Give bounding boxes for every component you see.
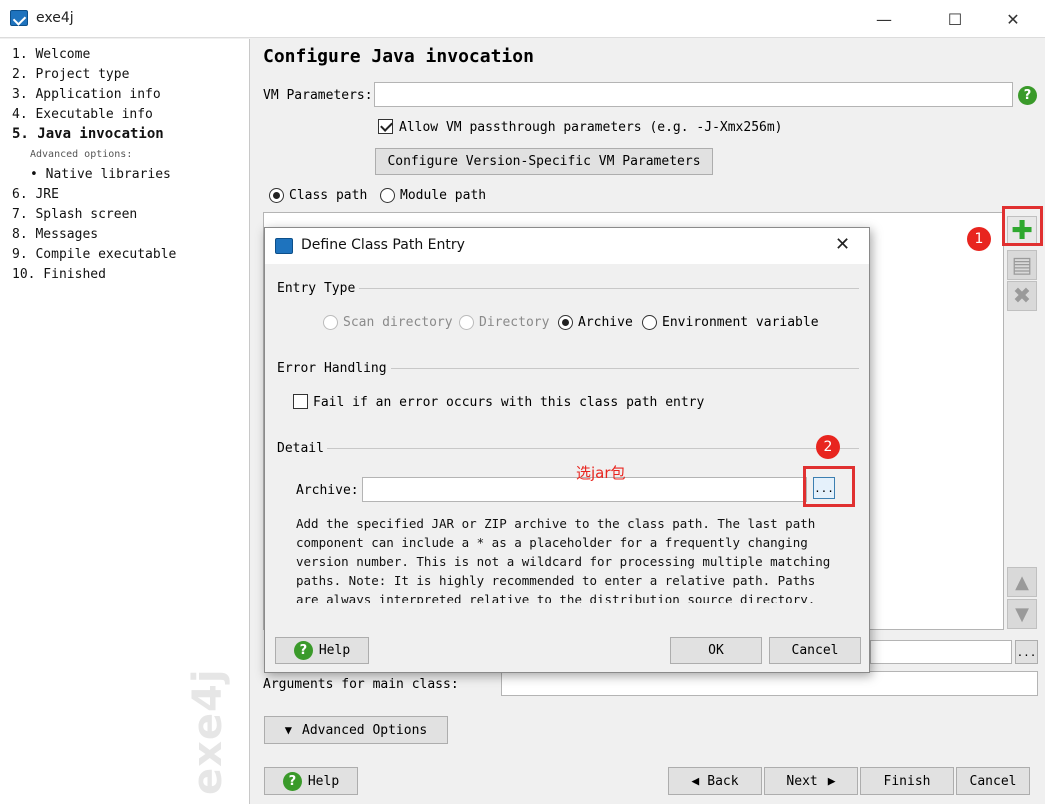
step-jre[interactable]: 6. JRE: [12, 187, 59, 202]
dialog-close-button[interactable]: ✕: [835, 234, 850, 255]
step-application-info[interactable]: 3. Application info: [12, 87, 161, 102]
next-button[interactable]: Next ▶: [764, 767, 858, 795]
triangle-down-icon: ▼: [284, 723, 292, 737]
arrow-right-icon: ▶: [827, 773, 836, 789]
annotation-note: 选jar包: [576, 464, 626, 482]
main-class-browse-button[interactable]: ...: [1015, 640, 1038, 664]
step-splash-screen[interactable]: 7. Splash screen: [12, 207, 137, 222]
minimize-button[interactable]: —: [861, 0, 907, 38]
archive-label: Archive:: [296, 483, 359, 498]
annotation-badge-1: 1: [967, 227, 991, 251]
app-icon: [10, 10, 28, 26]
maximize-button[interactable]: ☐: [932, 0, 978, 38]
vm-parameters-input[interactable]: [374, 82, 1013, 107]
vm-parameters-label: VM Parameters:: [263, 88, 373, 103]
edit-entry-button[interactable]: ▤: [1007, 250, 1037, 280]
scan-directory-label: Scan directory: [343, 315, 453, 330]
remove-entry-button[interactable]: ✖: [1007, 281, 1037, 311]
error-handling-heading: Error Handling: [277, 361, 387, 376]
finish-button[interactable]: Finish: [860, 767, 954, 795]
arguments-label: Arguments for main class:: [263, 677, 459, 692]
dialog-title-bar: Define Class Path Entry ✕: [265, 228, 869, 264]
class-path-radio[interactable]: [269, 188, 284, 207]
step-welcome[interactable]: 1. Welcome: [12, 47, 90, 62]
dialog-cancel-button[interactable]: Cancel: [769, 637, 861, 664]
fail-on-error-label: Fail if an error occurs with this class …: [313, 395, 705, 410]
close-button[interactable]: ✕: [990, 0, 1036, 38]
step-messages[interactable]: 8. Messages: [12, 227, 98, 242]
configure-version-specific-button[interactable]: Configure Version-Specific VM Parameters: [375, 148, 713, 175]
arrow-down-icon: ▼: [1015, 603, 1029, 625]
advanced-options-button[interactable]: ▼ Advanced Options: [264, 716, 448, 744]
ok-button[interactable]: OK: [670, 637, 762, 664]
class-path-label: Class path: [289, 188, 368, 203]
app-icon: [275, 238, 293, 254]
title-bar: exe4j — ☐ ✕: [0, 0, 1045, 38]
allow-passthrough-label: Allow VM passthrough parameters (e.g. -J…: [399, 120, 783, 135]
environment-variable-label: Environment variable: [662, 315, 819, 330]
help-icon[interactable]: ?: [1018, 86, 1037, 105]
entry-type-heading: Entry Type: [277, 281, 356, 296]
section-divider: [359, 288, 859, 289]
directory-label: Directory: [479, 315, 550, 330]
directory-radio[interactable]: [459, 315, 474, 334]
main-class-input[interactable]: [870, 640, 1012, 664]
step-project-type[interactable]: 2. Project type: [12, 67, 129, 82]
step-native-libraries[interactable]: • Native libraries: [30, 167, 171, 182]
step-compile-executable[interactable]: 9. Compile executable: [12, 247, 176, 262]
arguments-input[interactable]: [501, 671, 1038, 696]
back-button[interactable]: ◀ Back: [668, 767, 762, 795]
archive-radio-label: Archive: [578, 315, 633, 330]
allow-passthrough-checkbox[interactable]: [378, 119, 393, 138]
help-button[interactable]: ? Help: [264, 767, 358, 795]
annotation-badge-2: 2: [816, 435, 840, 459]
step-finished[interactable]: 10. Finished: [12, 267, 106, 282]
arrow-left-icon: ◀: [691, 773, 700, 789]
help-icon: ?: [282, 771, 302, 791]
scan-directory-radio[interactable]: [323, 315, 338, 334]
exe4j-watermark: exe4j: [185, 668, 231, 795]
archive-description: Add the specified JAR or ZIP archive to …: [296, 516, 831, 603]
window-title: exe4j: [36, 10, 74, 26]
section-divider: [327, 448, 859, 449]
cancel-button[interactable]: Cancel: [956, 767, 1030, 795]
delete-icon: ✖: [1012, 283, 1032, 309]
move-down-button[interactable]: ▼: [1007, 599, 1037, 629]
move-up-button[interactable]: ▲: [1007, 567, 1037, 597]
fail-on-error-checkbox[interactable]: [293, 394, 308, 413]
dialog-title: Define Class Path Entry: [301, 237, 465, 253]
help-icon: ?: [293, 641, 313, 660]
step-java-invocation[interactable]: 5. Java invocation: [12, 126, 164, 142]
annotation-box-browse: [803, 466, 855, 507]
step-executable-info[interactable]: 4. Executable info: [12, 107, 153, 122]
define-class-path-entry-dialog: Define Class Path Entry ✕ Entry Type Sca…: [264, 227, 870, 673]
environment-variable-radio[interactable]: [642, 315, 657, 334]
archive-radio[interactable]: [558, 315, 573, 334]
module-path-label: Module path: [400, 188, 487, 203]
detail-heading: Detail: [277, 441, 324, 456]
page-title: Configure Java invocation: [263, 46, 534, 67]
module-path-radio[interactable]: [380, 188, 395, 207]
edit-icon: ▤: [1011, 252, 1033, 278]
annotation-box-add: [1002, 206, 1043, 246]
arrow-up-icon: ▲: [1015, 571, 1029, 593]
section-divider: [391, 368, 859, 369]
dialog-help-button[interactable]: ? Help: [275, 637, 369, 664]
advanced-options-heading: Advanced options:: [30, 149, 133, 160]
